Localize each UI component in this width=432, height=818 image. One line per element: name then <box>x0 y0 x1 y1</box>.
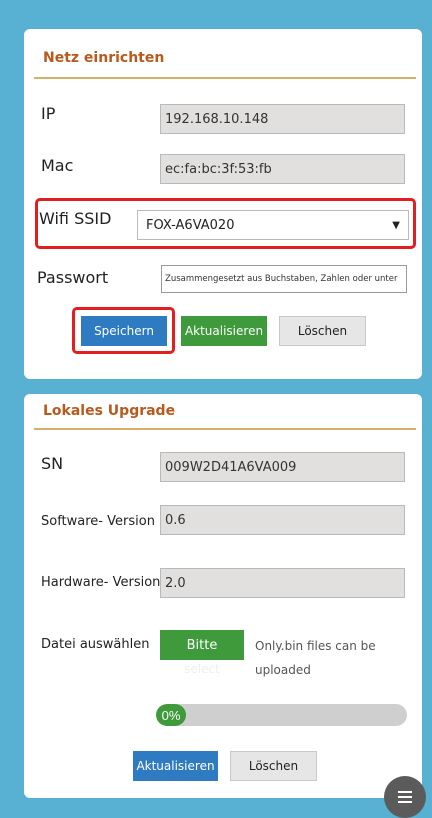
network-settings-title: Netz einrichten <box>43 50 165 66</box>
refresh-button[interactable]: Aktualisieren <box>181 316 267 346</box>
upgrade-refresh-button[interactable]: Aktualisieren <box>133 751 218 781</box>
sn-field: 009W2D41A6VA009 <box>160 452 405 482</box>
mac-label: Mac <box>41 156 74 175</box>
sn-label: SN <box>41 454 64 473</box>
file-type-note-line2: uploaded <box>255 663 311 677</box>
file-select-button-faint-text: select <box>184 662 220 676</box>
local-upgrade-title: Lokales Upgrade <box>43 403 176 419</box>
file-type-note: Only.bin files can be uploaded <box>255 634 376 682</box>
save-button[interactable]: Speichern <box>81 316 167 346</box>
delete-button[interactable]: Löschen <box>279 316 366 346</box>
wifi-ssid-label: Wifi SSID <box>39 209 112 228</box>
file-type-note-line1: Only.bin files can be <box>255 639 376 653</box>
software-version-field: 0.6 <box>160 505 405 535</box>
upgrade-delete-button[interactable]: Löschen <box>230 751 317 781</box>
menu-icon <box>398 791 412 803</box>
ip-field: 192.168.10.148 <box>160 104 405 134</box>
floating-menu-button[interactable] <box>384 776 426 818</box>
network-settings-card: Netz einrichten IP 192.168.10.148 Mac ec… <box>24 29 422 379</box>
ip-label: IP <box>41 104 56 123</box>
wifi-ssid-select[interactable]: FOX-A6VA020 ▼ <box>137 210 409 240</box>
wifi-ssid-value: FOX-A6VA020 <box>146 217 235 233</box>
dropdown-arrow-icon: ▼ <box>392 219 400 231</box>
file-select-button[interactable]: Bitte select <box>160 630 244 680</box>
hardware-version-label: Hardware- Version <box>41 575 161 590</box>
title-divider <box>34 77 416 79</box>
password-label: Passwort <box>37 268 109 287</box>
title-divider <box>34 428 416 430</box>
file-select-label: Datei auswählen <box>41 637 150 652</box>
upload-progress-bar: 0% <box>156 704 407 726</box>
software-version-label: Software- Version <box>41 514 155 529</box>
mac-field: ec:fa:bc:3f:53:fb <box>160 154 405 184</box>
hardware-version-field: 2.0 <box>160 568 405 598</box>
password-input[interactable]: Zusammengesetzt aus Buchstaben, Zahlen o… <box>161 265 407 293</box>
file-select-button-label: Bitte <box>160 630 244 660</box>
upload-progress-fill: 0% <box>156 704 186 726</box>
local-upgrade-card: Lokales Upgrade SN 009W2D41A6VA009 Softw… <box>24 394 422 798</box>
